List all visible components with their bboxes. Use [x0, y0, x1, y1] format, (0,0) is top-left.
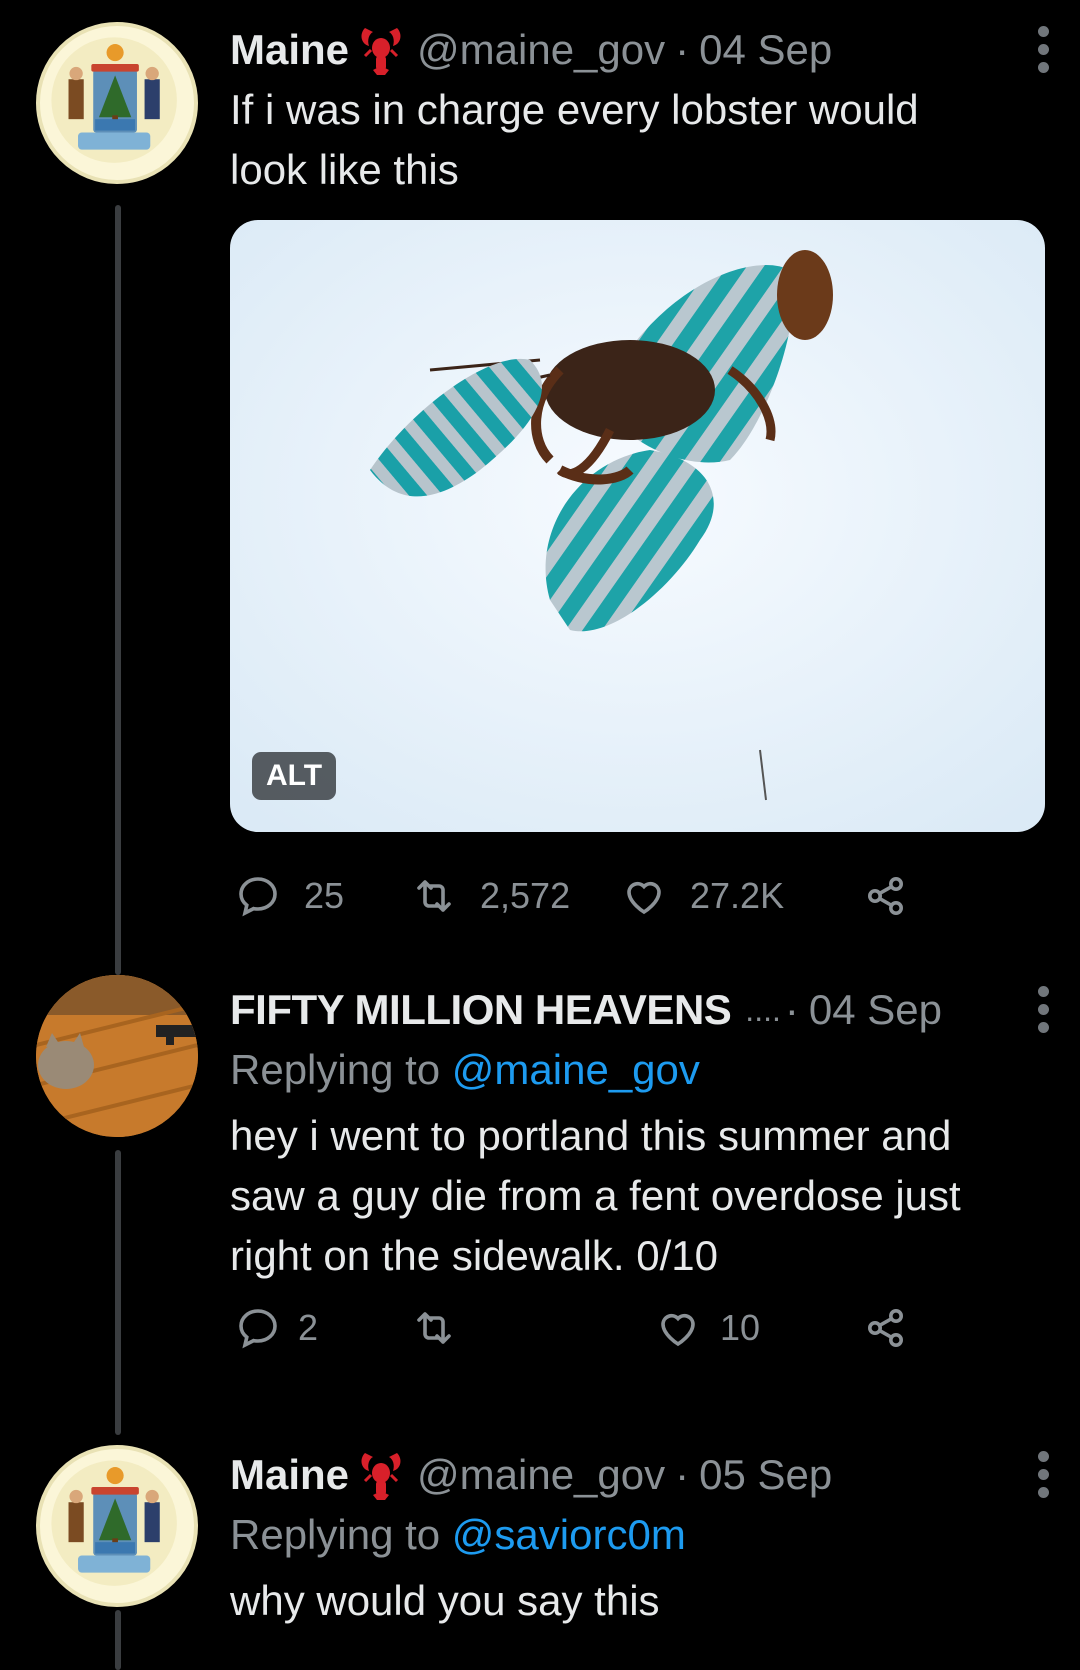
more-options-icon[interactable]: [1036, 26, 1050, 73]
share-button[interactable]: [862, 866, 910, 926]
maine-seal-icon: [51, 37, 177, 163]
separator-dot: ·: [675, 26, 690, 73]
name-ellipsis: ....: [745, 991, 781, 1028]
alt-text-button[interactable]: ALT: [252, 752, 337, 800]
reply-mention-link[interactable]: @maine_gov: [452, 1046, 700, 1093]
like-button[interactable]: 10: [654, 1298, 760, 1358]
tweet-header: Maine @maine_gov · 04 Sep: [230, 20, 1050, 80]
like-count: 10: [720, 1307, 761, 1348]
lobster-emoji-icon: [357, 24, 405, 76]
retweet-icon: [417, 880, 451, 912]
share-icon: [868, 1309, 903, 1347]
retweet-button[interactable]: 2,572: [410, 866, 570, 926]
display-name[interactable]: Maine: [230, 1451, 349, 1499]
avatar-cat[interactable]: [36, 975, 198, 1137]
reply-icon: [239, 1309, 277, 1349]
separator-dot: ·: [784, 986, 799, 1033]
tweet-text: why would you say this: [230, 1577, 660, 1624]
more-options-icon[interactable]: [1036, 1451, 1050, 1498]
thread-line-2: [115, 1150, 121, 1435]
like-button[interactable]: 27.2K: [620, 866, 784, 926]
lobster-emoji-icon: [357, 1449, 405, 1501]
replying-to-label: Replying to: [230, 1511, 441, 1558]
tweet-image[interactable]: ALT: [230, 220, 1045, 832]
display-name[interactable]: FIFTY MILLION HEAVENS: [230, 986, 732, 1034]
handle[interactable]: @maine_gov: [417, 1451, 665, 1499]
replying-to-label: Replying to: [230, 1046, 441, 1093]
reply-count: 2: [298, 1307, 319, 1348]
tweet-text: If i was in charge every lobster would l…: [230, 86, 919, 193]
maine-seal-icon: [51, 1460, 177, 1586]
replying-to: Replying to @maine_gov: [230, 1040, 1050, 1100]
retweet-button[interactable]: [410, 1298, 480, 1358]
retweet-count: 2,572: [480, 875, 571, 916]
replying-to: Replying to @saviorc0m: [230, 1505, 1050, 1565]
like-count: 27.2K: [690, 875, 785, 916]
thread-line-1: [115, 205, 121, 975]
share-icon: [868, 877, 903, 915]
tweet-actions: 25 2,572 27.2K: [230, 866, 1050, 926]
tweet-header: Maine @maine_gov · 05 Sep: [230, 1445, 1050, 1505]
display-name[interactable]: Maine: [230, 26, 349, 74]
reply-count: 25: [304, 875, 345, 916]
timestamp[interactable]: 05 Sep: [699, 1451, 832, 1499]
heart-icon: [627, 881, 661, 915]
reply-button[interactable]: 25: [234, 866, 344, 926]
retweet-icon: [417, 1312, 451, 1344]
heart-icon: [661, 1313, 695, 1347]
share-button[interactable]: [862, 1298, 910, 1358]
knitted-lobster-image: [230, 220, 1045, 832]
tweet-header: FIFTY MILLION HEAVENS .... · 04 Sep: [230, 980, 1050, 1040]
handle[interactable]: @maine_gov: [417, 26, 665, 74]
tweet-text: hey i went to portland this summer and s…: [230, 1112, 961, 1279]
more-options-icon[interactable]: [1036, 986, 1050, 1033]
avatar-maine-seal[interactable]: [36, 1445, 198, 1607]
timestamp[interactable]: 04 Sep: [699, 26, 832, 74]
timestamp[interactable]: 04 Sep: [809, 986, 942, 1034]
cat-photo-icon: [36, 975, 198, 1137]
reply-mention-link[interactable]: @saviorc0m: [452, 1511, 686, 1558]
reply-button[interactable]: 2: [234, 1298, 318, 1358]
reply-icon: [239, 877, 277, 917]
avatar-maine-seal[interactable]: [36, 22, 198, 184]
tweet-actions: 2 10: [230, 1298, 1050, 1358]
thread-line-3: [115, 1610, 121, 1670]
separator-dot: ·: [675, 1451, 690, 1498]
